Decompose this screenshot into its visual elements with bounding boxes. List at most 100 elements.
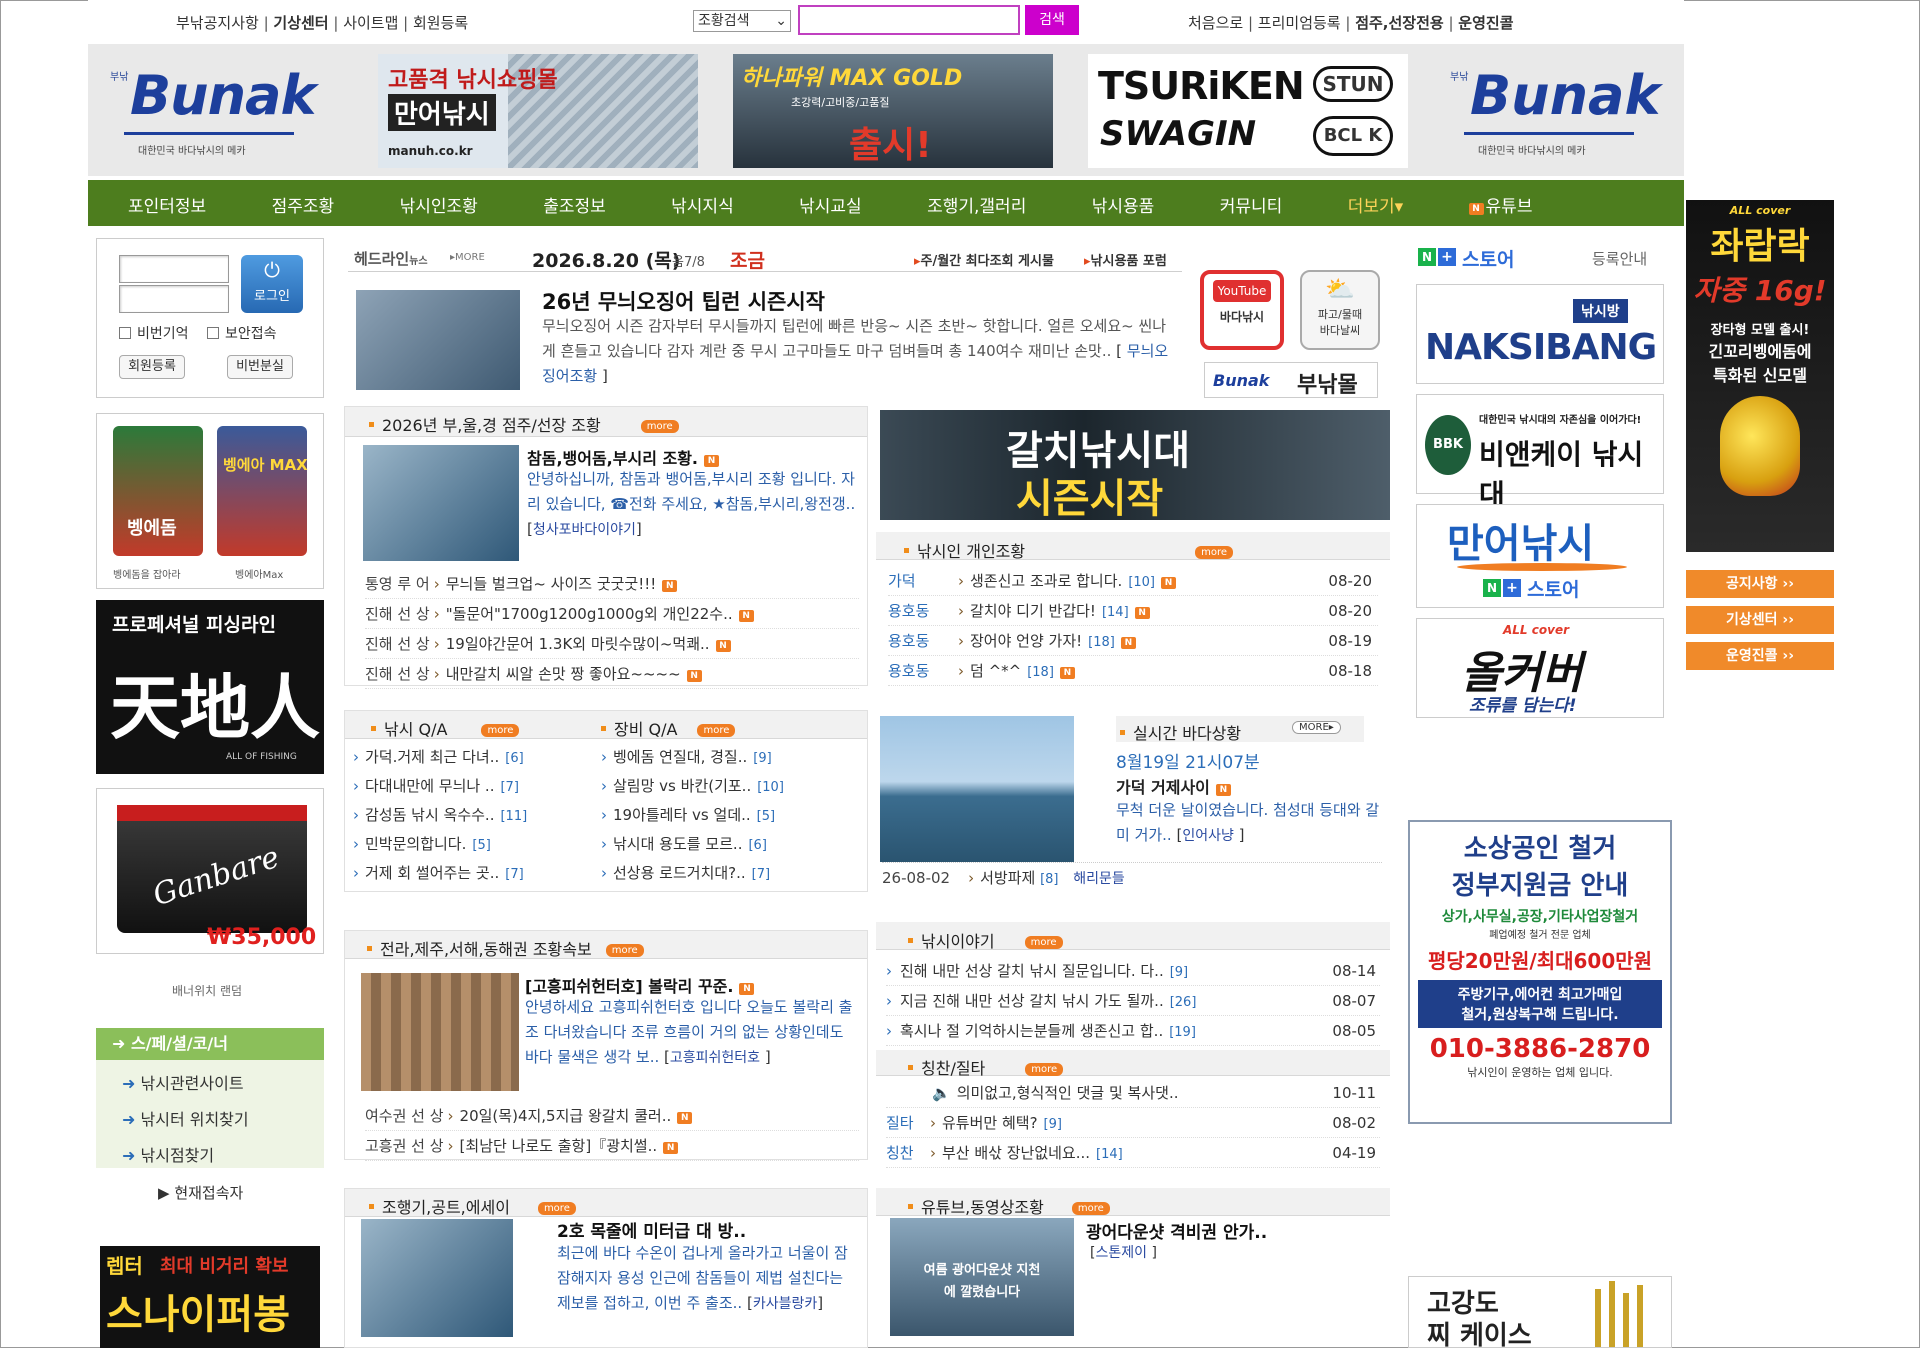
nav-knowledge[interactable]: 낚시지식: [671, 197, 734, 217]
far-right-ad[interactable]: ALL cover 좌랍락 자중 16g! 장타형 모델 출시! 긴꼬리벵에돔에…: [1686, 200, 1834, 552]
top-link-premium[interactable]: 프리미엄등록: [1258, 14, 1341, 32]
headline-link-forum[interactable]: ▸낚시용품 포럼: [1084, 250, 1167, 269]
shop-feat-source[interactable]: 청사포바다이야기: [533, 522, 636, 538]
store-ad-naksibang[interactable]: 낚시방 NAKSIBANG: [1416, 284, 1664, 384]
list-item[interactable]: 통영 루 어 무늬들 벌크업~ 사이즈 굿굿굿!!! N: [365, 569, 859, 599]
list-item[interactable]: 질타 유튜버만 혜택? [9] 08-02: [886, 1108, 1380, 1138]
realtime-more[interactable]: MORE▸: [1292, 721, 1341, 734]
search-button[interactable]: 검색: [1025, 5, 1079, 35]
left-ad-bait[interactable]: 벵에돔 벵에아 MAX 벵에돔을 잡아라 벵에아Max: [96, 413, 324, 589]
store-ad-bnk[interactable]: BBK 대한민국 낚시대의 자존심을 이어가다! 비앤케이 낚시대: [1416, 394, 1664, 511]
special-item-sites[interactable]: ➜ 낚시관련사이트: [122, 1070, 244, 1094]
top-link-weather[interactable]: 기상센터: [273, 14, 328, 32]
nav-gallery[interactable]: 조행기,갤러리: [927, 197, 1026, 217]
list-item[interactable]: 진해 선 상 19일야간문어 1.3K외 마릿수많이~먹쾌.. N: [365, 629, 859, 659]
top-link-sitemap[interactable]: 사이트맵: [343, 14, 398, 32]
realtime-place[interactable]: 가덕 거제사이 N: [1116, 774, 1231, 798]
video-thumbnail[interactable]: 여름 광어다운샷 지천에 깔렸습니다: [890, 1218, 1074, 1336]
far-weather-button[interactable]: 기상센터 ››: [1686, 606, 1834, 634]
list-item[interactable]: 용호동 장어야 언양 가자! [18] N 08-19: [888, 626, 1378, 656]
list-item[interactable]: › 살림망 vs 바칸(기포.. [10]: [601, 772, 861, 801]
scrap-ad[interactable]: 소상공인 철거 정부지원금 안내 상가,사무실,공장,기타사업장철거 폐업예정 …: [1408, 820, 1672, 1124]
far-notice-button[interactable]: 공지사항 ››: [1686, 570, 1834, 598]
list-item[interactable]: › 벵에돔 연질대, 경질.. [9]: [601, 743, 861, 772]
top-link-call[interactable]: 운영진콜: [1458, 14, 1513, 32]
list-item[interactable]: 진해 선 상 "돌문어"1700g1200g1000g외 개인22수.. N: [365, 599, 859, 629]
fishing-qa-more[interactable]: more: [481, 724, 520, 737]
video-feat-source[interactable]: 스톤제이: [1095, 1245, 1147, 1261]
special-item-location[interactable]: ➜ 낚시터 위치찾기: [122, 1106, 249, 1130]
top-link-owner[interactable]: 점주,선장전용: [1355, 14, 1444, 32]
secure-checkbox[interactable]: [206, 327, 219, 339]
nav-community[interactable]: 커뮤니티: [1220, 197, 1283, 217]
galchi-banner[interactable]: 갈치낚시대 시즌시작: [880, 410, 1390, 520]
store-register-link[interactable]: 등록안내: [1592, 248, 1647, 269]
list-item[interactable]: 용호동 갈치야 디기 반갑다! [14] N 08-20: [888, 596, 1378, 626]
login-id-input[interactable]: [119, 255, 229, 283]
nav-shop-report[interactable]: 점주조황: [272, 197, 335, 217]
banner-manuh[interactable]: 고품격 낚시쇼핑몰 만어낚시 manuh.co.kr: [378, 54, 698, 168]
region-feat-title[interactable]: [고흥피쉬헌터호] 볼락리 꾸준. N: [525, 973, 755, 997]
list-item[interactable]: 칭찬 부산 배삯 장난없네요... [14] 04-19: [886, 1138, 1380, 1168]
logo-right[interactable]: 부낚 Bunak 대한민국 바다낚시의 메카: [1450, 64, 1660, 157]
headline-title[interactable]: 26년 무늬오징어 팁런 시즌시작: [542, 286, 825, 316]
case-ad[interactable]: 고강도 찌 케이스: [1408, 1276, 1672, 1351]
shop-feat-image[interactable]: [363, 445, 519, 561]
logo-left[interactable]: 부낚 Bunak 대한민국 바다낚시의 메카: [110, 64, 320, 157]
top-link-notice[interactable]: 부낚공지사항: [176, 14, 259, 32]
list-item[interactable]: › 다대내만에 무늬나 .. [7]: [353, 772, 593, 801]
banner-tsuriken[interactable]: TSURiKEN SWAGIN STUN BCL K: [1088, 54, 1408, 168]
left-ad-bag[interactable]: Ganbare ₩35,000: [96, 788, 324, 954]
realtime-source[interactable]: 인어사냥: [1182, 828, 1234, 844]
list-item[interactable]: › 진해 내만 선상 갈치 낚시 질문입니다. 다.. [9] 08-14: [886, 956, 1380, 986]
left-ad-sinker[interactable]: 렙터 최대 비거리 확보 스나이퍼봉돌: [100, 1246, 320, 1348]
nav-more[interactable]: 더보기▾: [1348, 197, 1403, 217]
lost-password-button[interactable]: 비번분실: [227, 355, 293, 379]
list-item[interactable]: › 선상용 로드거치대?.. [7]: [601, 859, 861, 888]
nav-gear[interactable]: 낚시용품: [1092, 197, 1155, 217]
realtime-footer-row[interactable]: 26-08-02 서방파제 [8] 해리문들: [882, 862, 1382, 892]
region-feat-source[interactable]: 고흥피쉬헌터호: [670, 1050, 760, 1066]
shop-reports-more[interactable]: more: [640, 420, 679, 433]
list-item[interactable]: › 혹시나 절 기억하시는분들께 생존신고 합.. [19] 08-05: [886, 1016, 1380, 1046]
essay-feat-image[interactable]: [361, 1219, 513, 1337]
remember-checkbox[interactable]: [119, 327, 131, 339]
search-input[interactable]: [798, 5, 1020, 35]
list-item[interactable]: 고흥권 선 상 [최남단 나로도 출항]『광치썰.. N: [365, 1131, 859, 1161]
essay-feat-source[interactable]: 카사블랑카: [753, 1296, 817, 1312]
store-ad-allcover[interactable]: ALL cover 올커버 조류를 담는다!: [1416, 618, 1664, 718]
nav-school[interactable]: 낚시교실: [799, 197, 862, 217]
praise-more[interactable]: more: [1025, 1063, 1064, 1076]
search-select[interactable]: 조황검색 ⌄: [693, 10, 791, 32]
nav-youtube[interactable]: N 유튜브: [1468, 197, 1532, 217]
gear-qa-more[interactable]: more: [697, 724, 736, 737]
region-more[interactable]: more: [605, 944, 644, 957]
realtime-image[interactable]: [880, 716, 1074, 862]
login-button[interactable]: ⏻ 로그인: [241, 255, 303, 313]
list-item[interactable]: 용호동 덤 ^*^ [18] N 08-18: [888, 656, 1378, 686]
shop-feat-title[interactable]: 참돔,뱅어돔,부시리 조황. N: [527, 445, 720, 469]
banner-maxgold[interactable]: 하나파워 MAX GOLD 초강력/고비중/고품질 출시!: [733, 54, 1053, 168]
online-users-link[interactable]: ▶ 현재접속자: [158, 1182, 243, 1203]
essay-more[interactable]: more: [537, 1202, 576, 1215]
nav-angler-report[interactable]: 낚시인조황: [400, 197, 478, 217]
join-button[interactable]: 회원등록: [119, 355, 185, 379]
story-more[interactable]: more: [1024, 936, 1063, 949]
top-link-join[interactable]: 회원등록: [413, 14, 468, 32]
headline-link-popular[interactable]: ▸주/월간 최다조회 게시물: [914, 250, 1054, 269]
list-item[interactable]: › 감성돔 낚시 옥수수.. [11]: [353, 801, 593, 830]
store-label[interactable]: 스토어: [1462, 245, 1514, 272]
store-ad-manuh[interactable]: 만어낚시 N + 스토어: [1416, 504, 1664, 608]
video-feat-title[interactable]: 광어다운샷 격비권 안가..: [1086, 1218, 1267, 1243]
left-ad-line[interactable]: 프로페셔널 피싱라인 天地人 ALL OF FISHING: [96, 600, 324, 774]
list-item[interactable]: › 낚시대 용도를 모르.. [6]: [601, 830, 861, 859]
list-item[interactable]: 가덕 생존신고 조과로 합니다. [10] N 08-20: [888, 566, 1378, 596]
list-item[interactable]: › 19아틀레타 vs 얼데.. [5]: [601, 801, 861, 830]
list-item[interactable]: 진해 선 상 내만갈치 씨알 손맛 짱 좋아요~~~~ N: [365, 659, 859, 689]
video-more[interactable]: more: [1071, 1202, 1110, 1215]
list-item[interactable]: 🔈 의미없고,형식적인 댓글 및 복사댓.. 10-11: [886, 1078, 1380, 1108]
top-link-home[interactable]: 처음으로: [1188, 14, 1243, 32]
nav-point-info[interactable]: 포인터정보: [128, 197, 206, 217]
far-call-button[interactable]: 운영진콜 ››: [1686, 642, 1834, 670]
youtube-badge[interactable]: YouTube 바다낚시: [1200, 270, 1284, 350]
